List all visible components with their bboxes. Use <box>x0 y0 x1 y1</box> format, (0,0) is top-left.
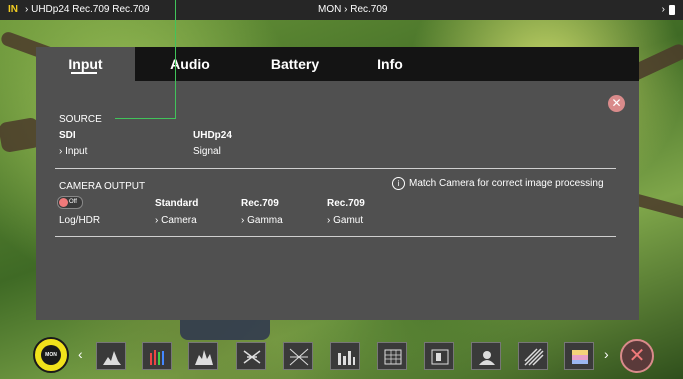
bottom-toolbar: MON ‹ › ✕ <box>0 334 683 379</box>
match-camera-hint: Match Camera for correct image processin… <box>409 178 604 189</box>
gamma-value: Rec.709 <box>241 198 279 209</box>
settings-panel: Input Audio Battery Info ✕ SOURCE SDI › … <box>36 47 639 320</box>
close-icon[interactable]: ✕ <box>608 95 625 112</box>
divider <box>55 168 616 169</box>
monitor-mode-button[interactable]: MON <box>33 337 69 373</box>
info-icon: i <box>392 177 405 190</box>
focus-peaking-tool-icon[interactable] <box>236 342 266 370</box>
waveform-tool-icon[interactable] <box>96 342 126 370</box>
signal-label: Signal <box>193 146 221 157</box>
frame-lines-tool-icon[interactable] <box>424 342 454 370</box>
signal-value: UHDp24 <box>193 130 232 141</box>
tab-bar: Input Audio Battery Info <box>36 47 639 81</box>
mon-label: MON <box>41 345 61 365</box>
callout-line <box>115 118 176 119</box>
input-format-readout: › UHDp24 Rec.709 Rec.709 <box>25 4 150 15</box>
toggle-knob <box>59 198 68 207</box>
tab-battery[interactable]: Battery <box>245 47 345 81</box>
gamut-value: Rec.709 <box>327 198 365 209</box>
callout-line <box>175 0 176 118</box>
false-color-tool-icon[interactable] <box>471 342 501 370</box>
gamut-button[interactable]: › Gamut <box>327 215 363 226</box>
vectorscope-tool-icon[interactable] <box>188 342 218 370</box>
rgb-parade-tool-icon[interactable] <box>142 342 172 370</box>
monitor-mode-readout: MON › Rec.709 <box>318 4 388 15</box>
tab-audio[interactable]: Audio <box>135 47 245 81</box>
camera-value: Standard <box>155 198 199 209</box>
chevron-right-icon[interactable]: › <box>604 346 609 362</box>
log-hdr-label: Log/HDR <box>59 215 101 226</box>
log-hdr-toggle[interactable]: Off <box>57 196 83 209</box>
toggle-state-label: Off <box>69 199 77 205</box>
battery-icon <box>669 5 675 15</box>
lut-tool-icon[interactable] <box>564 342 594 370</box>
input-indicator: IN <box>8 4 18 15</box>
source-heading: SOURCE <box>59 114 102 125</box>
source-input-value: SDI <box>59 130 76 141</box>
guides-tool-icon[interactable] <box>377 342 407 370</box>
tab-info[interactable]: Info <box>345 47 435 81</box>
camera-output-heading: CAMERA OUTPUT <box>59 181 146 192</box>
camera-button[interactable]: › Camera <box>155 215 197 226</box>
zoom-tool-icon[interactable] <box>518 342 548 370</box>
status-bar: IN › UHDp24 Rec.709 Rec.709 MON › Rec.70… <box>0 0 683 20</box>
battery-chevron: › <box>661 4 665 15</box>
gamma-button[interactable]: › Gamma <box>241 215 283 226</box>
zebra-tool-icon[interactable] <box>283 342 313 370</box>
histogram-tool-icon[interactable] <box>330 342 360 370</box>
source-input-button[interactable]: › Input <box>59 146 87 157</box>
tab-input[interactable]: Input <box>36 47 135 81</box>
chevron-left-icon[interactable]: ‹ <box>78 346 83 362</box>
divider <box>55 236 616 237</box>
close-icon[interactable]: ✕ <box>620 339 654 373</box>
